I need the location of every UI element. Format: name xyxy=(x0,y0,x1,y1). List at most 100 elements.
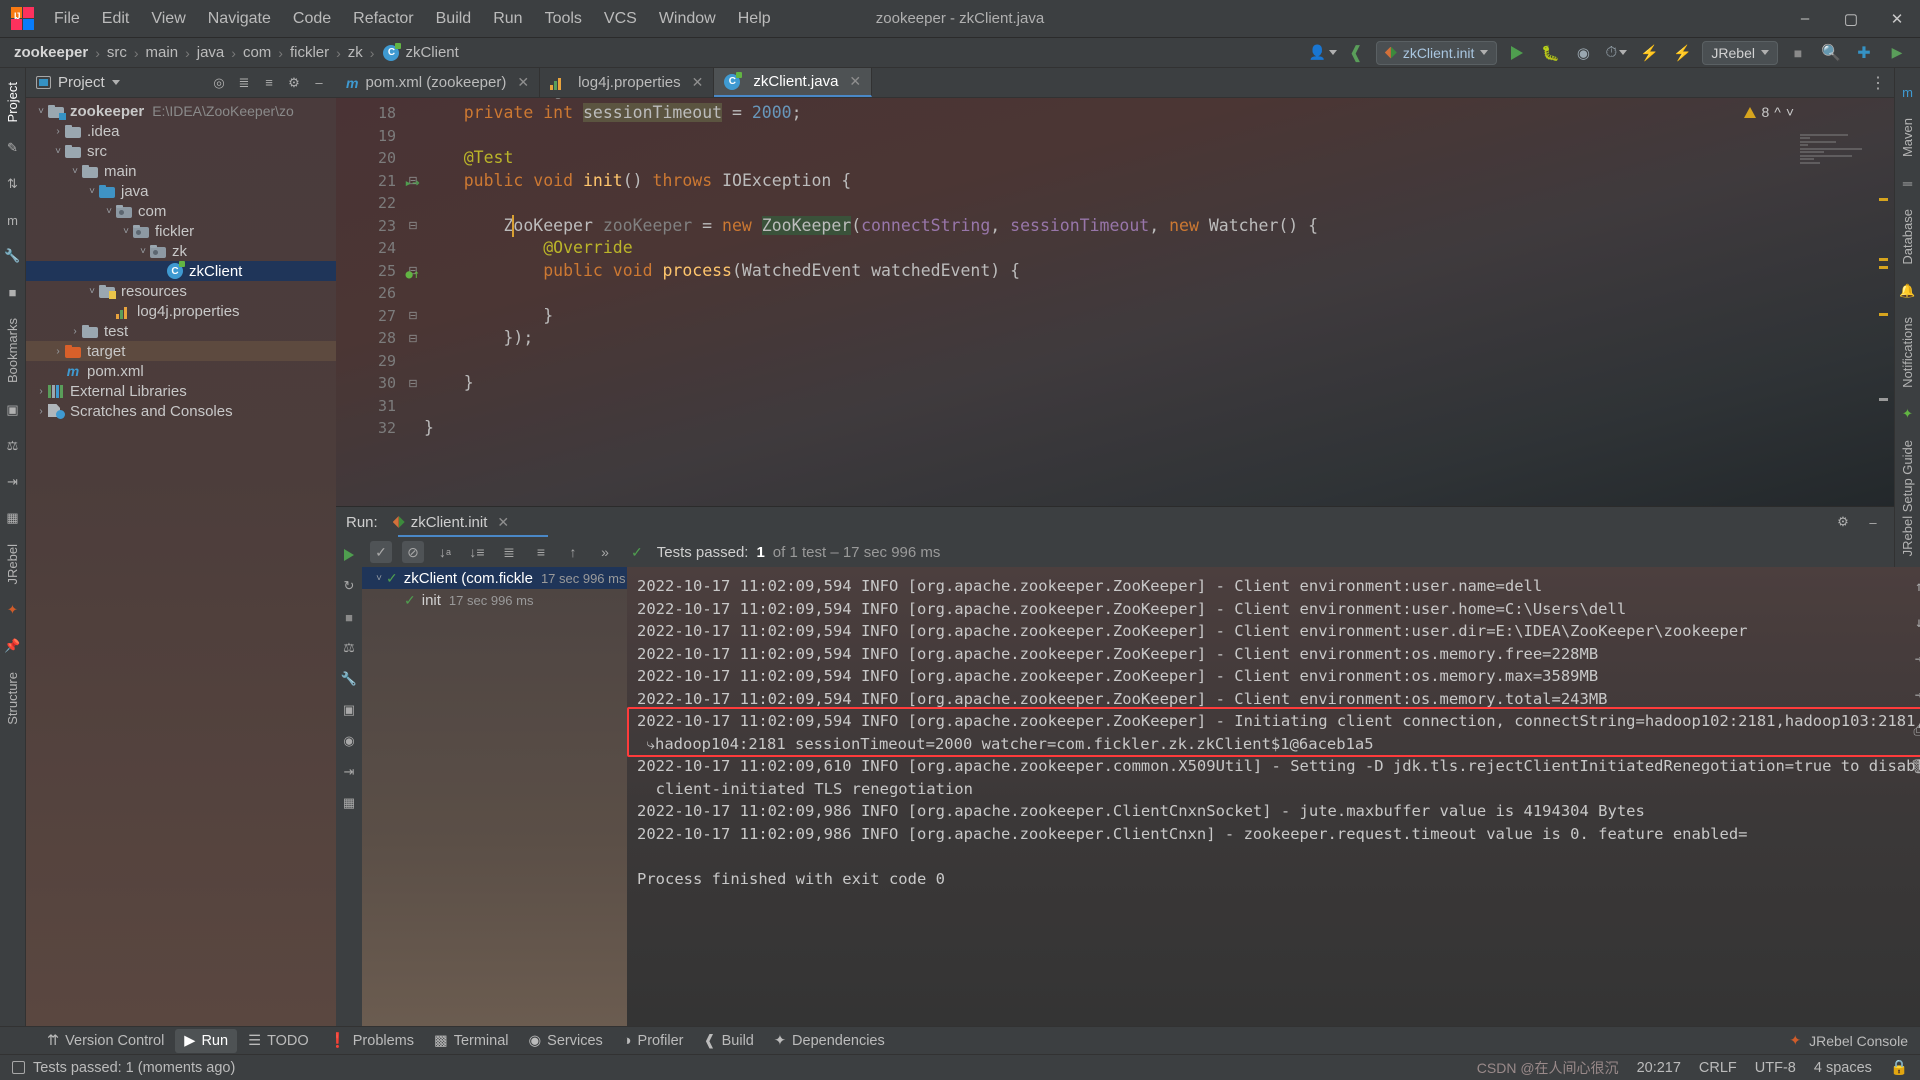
sidebar-item-jrebel[interactable]: JRebel xyxy=(5,536,20,592)
scroll-up-icon[interactable]: ↑ xyxy=(1909,577,1920,597)
expand-all-icon[interactable]: ≣ xyxy=(233,72,255,94)
tree-expand-arrow[interactable]: › xyxy=(34,386,48,397)
code-line[interactable]: private int sessionTimeout = 2000; xyxy=(424,102,1894,125)
breadcrumb-zkclient[interactable]: zkClient xyxy=(405,44,458,61)
tw-run[interactable]: ▶ Run xyxy=(175,1028,238,1053)
settings-gear-icon[interactable]: ⚙ xyxy=(1832,511,1854,533)
tree-expand-arrow[interactable]: ˅ xyxy=(51,146,65,157)
maven-side-icon[interactable]: m xyxy=(3,210,23,230)
breadcrumb-main[interactable]: main xyxy=(146,44,179,61)
expand-all-icon[interactable]: ≣ xyxy=(498,541,520,563)
fold-marker[interactable] xyxy=(402,147,424,170)
console-output[interactable]: ↑ ↓ ⇥ ⇥ ⎙ 🗑 2022-10-17 11:02:09,594 INFO… xyxy=(627,567,1920,1026)
fold-marker[interactable]: ⊟ xyxy=(402,215,424,238)
wrench-icon[interactable]: 🔧 xyxy=(3,246,23,266)
tree-expand-arrow[interactable]: › xyxy=(34,406,48,417)
tree-node-resources[interactable]: ˅ resources xyxy=(26,281,336,301)
clear-all-icon[interactable]: 🗑 xyxy=(1909,757,1920,777)
tree-node--idea[interactable]: › .idea xyxy=(26,121,336,141)
chevron-up-icon[interactable]: ^ xyxy=(1774,104,1781,120)
debug-button[interactable]: 🐛 xyxy=(1537,41,1563,65)
pin-icon[interactable]: 📌 xyxy=(3,636,23,656)
test-tree-row[interactable]: ˅ ✓ zkClient (com.fickle 17 sec 996 ms xyxy=(362,567,627,589)
tree-expand-arrow[interactable]: › xyxy=(51,126,65,137)
table-icon[interactable]: ▦ xyxy=(339,793,359,813)
code-line[interactable] xyxy=(424,282,1894,305)
tree-node-log4j-properties[interactable]: log4j.properties xyxy=(26,301,336,321)
jrebel-selector[interactable]: JRebel xyxy=(1702,40,1778,65)
hide-panel-icon[interactable]: – xyxy=(1862,511,1884,533)
fold-marker[interactable] xyxy=(402,417,424,440)
menu-navigate[interactable]: Navigate xyxy=(198,5,281,33)
prev-failed-icon[interactable]: ↑ xyxy=(562,541,584,563)
fold-marker[interactable]: ⊟ xyxy=(402,327,424,350)
menu-run[interactable]: Run xyxy=(483,5,532,33)
stop-button[interactable]: ■ xyxy=(339,607,359,627)
search-icon[interactable]: 🔍 xyxy=(1818,41,1844,65)
lock-icon[interactable]: 🔒 xyxy=(1890,1059,1908,1076)
fold-marker[interactable] xyxy=(402,192,424,215)
scroll-down-icon[interactable]: ↓ xyxy=(1909,613,1920,633)
menu-window[interactable]: Window xyxy=(649,5,726,33)
code-line[interactable] xyxy=(424,350,1894,373)
rerun-button[interactable] xyxy=(339,545,359,565)
tw-dependencies[interactable]: ✦ Dependencies xyxy=(765,1029,894,1053)
commit-icon[interactable]: ✎ xyxy=(3,138,23,158)
close-icon[interactable]: ✕ xyxy=(497,514,509,531)
tree-expand-arrow[interactable]: ˅ xyxy=(372,573,386,584)
tree-expand-arrow[interactable]: ˅ xyxy=(102,206,116,217)
jrebel-logo-icon[interactable]: ✦ xyxy=(3,600,23,620)
tree-expand-arrow[interactable]: ˅ xyxy=(85,186,99,197)
tw-problems[interactable]: ❗ Problems xyxy=(320,1028,423,1053)
more-options-icon[interactable]: » xyxy=(594,541,616,563)
run-test-gutter-icon[interactable]: ▸➔ xyxy=(404,173,420,196)
code-line[interactable] xyxy=(424,125,1894,148)
tree-expand-arrow[interactable]: › xyxy=(68,326,82,337)
code-folding-column[interactable]: ⊟ ⊟ ⊟ ⊟ ⊟ ⊟ xyxy=(402,98,424,506)
minimize-button[interactable]: – xyxy=(1782,0,1828,38)
screenshot-icon[interactable]: ▣ xyxy=(339,700,359,720)
tree-node-java[interactable]: ˅ java xyxy=(26,181,336,201)
tree-node-target[interactable]: › target xyxy=(26,341,336,361)
menu-build[interactable]: Build xyxy=(426,5,482,33)
jrebel-debug-icon[interactable]: ⚡ xyxy=(1669,41,1695,65)
stop-icon[interactable]: ■ xyxy=(1785,41,1811,65)
code-line[interactable] xyxy=(424,192,1894,215)
maven-logo-icon[interactable]: m xyxy=(1898,82,1918,102)
run-with-coverage-button[interactable]: ◉ xyxy=(1570,41,1596,65)
show-ignored-toggle[interactable]: ⊘ xyxy=(402,541,424,563)
menu-edit[interactable]: Edit xyxy=(92,5,140,33)
maximize-button[interactable]: ▢ xyxy=(1828,0,1874,38)
breadcrumb-fickler[interactable]: fickler xyxy=(290,44,329,61)
tw-todo[interactable]: ☰ TODO xyxy=(239,1029,318,1053)
tree-expand-arrow[interactable]: ˅ xyxy=(34,106,48,117)
zk-icon[interactable]: ⚖ xyxy=(3,436,23,456)
code-line[interactable]: @Test xyxy=(424,147,1894,170)
fold-marker[interactable]: ⊟ xyxy=(402,372,424,395)
tree-node-com[interactable]: ˅ com xyxy=(26,201,336,221)
collapse-all-icon[interactable]: ≡ xyxy=(530,541,552,563)
tw-version-control[interactable]: ⇈ Version Control xyxy=(38,1029,173,1053)
tree-node-zookeeper[interactable]: ˅ zookeeper E:\IDEA\ZooKeeper\zo xyxy=(26,101,336,121)
tw-services[interactable]: ◉ Services xyxy=(520,1029,612,1053)
tree-node-main[interactable]: ˅ main xyxy=(26,161,336,181)
tab-pom-xml[interactable]: m pom.xml (zookeeper) ✕ xyxy=(336,68,541,97)
inspection-status[interactable]: 8 ^ ˅ xyxy=(1744,104,1794,120)
breadcrumb-src[interactable]: src xyxy=(107,44,127,61)
tree-node-src[interactable]: ˅ src xyxy=(26,141,336,161)
arrow-exit-icon[interactable]: ⇥ xyxy=(3,472,23,492)
line-separator[interactable]: CRLF xyxy=(1699,1060,1737,1076)
test-result-tree[interactable]: ˅ ✓ zkClient (com.fickle 17 sec 996 ms ✓ init… xyxy=(362,567,627,1026)
build-hammer-icon[interactable]: ❰ xyxy=(1343,41,1369,65)
menu-vcs[interactable]: VCS xyxy=(594,5,647,33)
sidebar-item-database[interactable]: Database xyxy=(1900,201,1915,273)
breadcrumb-com[interactable]: com xyxy=(243,44,271,61)
table-icon[interactable]: ▦ xyxy=(3,508,23,528)
tree-node-external-libraries[interactable]: › External Libraries xyxy=(26,381,336,401)
code-line[interactable]: } xyxy=(424,417,1894,440)
settings-gear-icon[interactable]: ⚙ xyxy=(283,72,305,94)
rerun-failed-icon[interactable]: ↻ xyxy=(339,576,359,596)
tw-build[interactable]: ❰ Build xyxy=(694,1029,762,1053)
run-button[interactable] xyxy=(1504,41,1530,65)
code-line[interactable]: @Override xyxy=(424,237,1894,260)
